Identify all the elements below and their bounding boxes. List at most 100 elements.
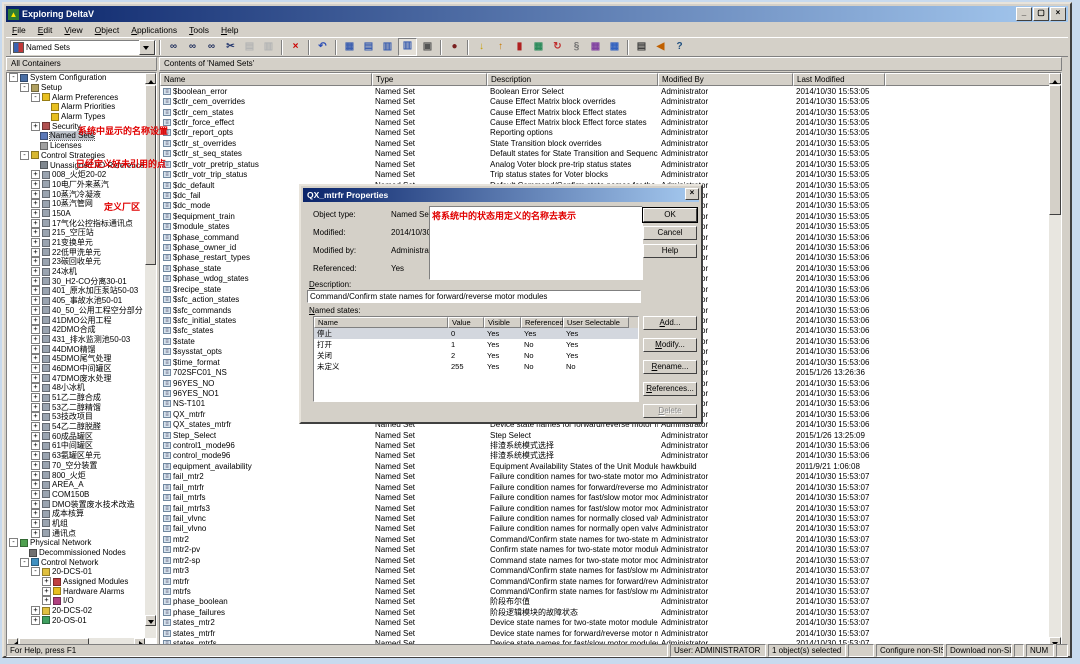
- table-row[interactable]: ≡$ctlr_st_seq_statesNamed SetDefault sta…: [160, 149, 1051, 159]
- tree-item[interactable]: +24冰机: [7, 267, 145, 277]
- grid-icon[interactable]: ▦: [606, 39, 623, 55]
- tree-expander-expand-icon[interactable]: +: [42, 596, 51, 605]
- named-state-row[interactable]: 停止0YesYesYes: [314, 328, 638, 339]
- tree-item[interactable]: +成本核算: [7, 509, 145, 519]
- tree-item[interactable]: Decommissioned Nodes: [7, 548, 145, 558]
- undo-icon[interactable]: ↶: [314, 39, 331, 55]
- table-row[interactable]: ≡$ctlr_force_effectNamed SetCause Effect…: [160, 117, 1051, 127]
- menu-item-view[interactable]: View: [58, 24, 88, 36]
- states-column-header-visible[interactable]: Visible: [484, 317, 521, 328]
- tree-item[interactable]: +10蒸汽冷凝液: [7, 189, 145, 199]
- tree-item[interactable]: +42DMO合成: [7, 325, 145, 335]
- tree-item[interactable]: +61中间罐区: [7, 441, 145, 451]
- tree-expander-expand-icon[interactable]: +: [31, 122, 40, 131]
- column-header-last-modified[interactable]: Last Modified: [793, 73, 885, 86]
- combobox-dropdown-button[interactable]: [139, 40, 155, 55]
- column-header-name[interactable]: Name: [160, 73, 372, 86]
- tree-item[interactable]: +41DMO公用工程: [7, 315, 145, 325]
- tree-expander-collapse-icon[interactable]: -: [20, 558, 29, 567]
- tree-expander-collapse-icon[interactable]: -: [9, 538, 18, 547]
- description-input[interactable]: Command/Confirm state names for forward/…: [307, 290, 641, 303]
- notebook-icon[interactable]: ▤: [633, 39, 650, 55]
- list-vscroll-thumb[interactable]: [1049, 85, 1061, 215]
- tree-expander-collapse-icon[interactable]: -: [20, 151, 29, 160]
- rename-button[interactable]: Rename...: [643, 360, 697, 374]
- tree-expander-expand-icon[interactable]: +: [31, 490, 40, 499]
- named-state-row[interactable]: 关闭2YesNoYes: [314, 350, 638, 361]
- close-button[interactable]: ×: [1050, 7, 1066, 21]
- table-row[interactable]: ≡fail_mtrfsNamed SetFailure condition na…: [160, 492, 1051, 502]
- tree-item[interactable]: +Hardware Alarms: [7, 586, 145, 596]
- menu-item-object[interactable]: Object: [89, 24, 126, 36]
- menu-item-help[interactable]: Help: [215, 24, 244, 36]
- tree-scroll-down-icon[interactable]: [145, 615, 156, 626]
- ok-button[interactable]: OK: [643, 208, 697, 222]
- table-row[interactable]: ≡mtr2Named SetCommand/Confirm state name…: [160, 534, 1051, 544]
- tree-item[interactable]: +10电厂外来蒸汽: [7, 180, 145, 190]
- tree-scroll-up-icon[interactable]: [145, 73, 156, 84]
- tree-item[interactable]: +I/O: [7, 596, 145, 606]
- tree-item[interactable]: -Control Network: [7, 557, 145, 567]
- tree-expander-expand-icon[interactable]: +: [31, 393, 40, 402]
- tree-expander-expand-icon[interactable]: +: [31, 180, 40, 189]
- tree-item[interactable]: +17气化公控指标通讯点: [7, 218, 145, 228]
- tree-expander-expand-icon[interactable]: +: [31, 509, 40, 518]
- table-row[interactable]: ≡$boolean_errorNamed SetBoolean Error Se…: [160, 86, 1051, 96]
- tree-expander-expand-icon[interactable]: +: [31, 335, 40, 344]
- tree-item[interactable]: +215_空压站: [7, 228, 145, 238]
- book-icon[interactable]: ▮: [511, 39, 528, 55]
- states-column-header-value[interactable]: Value: [448, 317, 484, 328]
- tree-item[interactable]: -Alarm Preferences: [7, 92, 145, 102]
- tree-expander-expand-icon[interactable]: +: [31, 248, 40, 257]
- tree-expander-expand-icon[interactable]: +: [31, 170, 40, 179]
- column-header-modified-by[interactable]: Modified By: [658, 73, 793, 86]
- tree-item[interactable]: +通讯点: [7, 528, 145, 538]
- table-row[interactable]: ≡mtr2-spNamed SetCommand state names for…: [160, 555, 1051, 565]
- tree-expander-expand-icon[interactable]: +: [31, 383, 40, 392]
- tree-item[interactable]: +60成品罐区: [7, 431, 145, 441]
- tree-item[interactable]: +53技改项目: [7, 412, 145, 422]
- download-icon[interactable]: ↓: [473, 39, 490, 55]
- table-row[interactable]: ≡mtrfrNamed SetCommand/Confirm state nam…: [160, 576, 1051, 586]
- add-button[interactable]: Add...: [643, 316, 697, 330]
- tree-item[interactable]: +30_H2-CO分离30-01: [7, 276, 145, 286]
- table-row[interactable]: ≡control_mode96Named Set排渣系统模式选择Administ…: [160, 451, 1051, 461]
- object-type-combobox[interactable]: Named Sets: [10, 40, 156, 55]
- tree-item[interactable]: -System Configuration: [7, 73, 145, 83]
- picture-icon[interactable]: ▦: [530, 39, 547, 55]
- tree-item[interactable]: +45DMO尾气处理: [7, 354, 145, 364]
- tree-expander-collapse-icon[interactable]: -: [9, 73, 18, 82]
- table-row[interactable]: ≡$ctlr_cem_statesNamed SetCause Effect M…: [160, 107, 1051, 117]
- table-row[interactable]: ≡mtrfsNamed SetCommand/Confirm state nam…: [160, 586, 1051, 596]
- small-icons-icon[interactable]: ▤: [360, 39, 377, 55]
- tree-item[interactable]: +DMO装置废水技术改造: [7, 499, 145, 509]
- states-column-header-user-selectable[interactable]: User Selectable: [563, 317, 629, 328]
- list-scroll-up-icon[interactable]: [1049, 73, 1061, 84]
- tree-expander-expand-icon[interactable]: +: [42, 587, 51, 596]
- maximize-button[interactable]: ▢: [1033, 7, 1049, 21]
- refresh-icon[interactable]: ↻: [549, 39, 566, 55]
- table-row[interactable]: ≡$ctlr_votr_pretrip_statusNamed SetAnalo…: [160, 159, 1051, 169]
- tree-item[interactable]: +46DMO中间罐区: [7, 364, 145, 374]
- tree-expander-expand-icon[interactable]: +: [31, 364, 40, 373]
- tree-expander-expand-icon[interactable]: +: [31, 267, 40, 276]
- upload-icon[interactable]: ↑: [492, 39, 509, 55]
- tree-item[interactable]: +405_事故水池50-01: [7, 296, 145, 306]
- table-row[interactable]: ≡fail_mtrfrNamed SetFailure condition na…: [160, 482, 1051, 492]
- column-header-type[interactable]: Type: [372, 73, 487, 86]
- cancel-button[interactable]: Cancel: [643, 226, 697, 240]
- tree-expander-expand-icon[interactable]: +: [31, 616, 40, 625]
- tree-item[interactable]: +40_50_公用工程空分部分: [7, 306, 145, 316]
- list-view-icon[interactable]: ▥: [379, 39, 396, 55]
- column-header-description[interactable]: Description: [487, 73, 658, 86]
- tree-expander-expand-icon[interactable]: +: [31, 345, 40, 354]
- tree-item[interactable]: -20-DCS-01: [7, 567, 145, 577]
- find-small-icon[interactable]: ∞: [203, 39, 220, 55]
- tree-expander-expand-icon[interactable]: +: [31, 529, 40, 538]
- print-icon[interactable]: ▣: [419, 39, 436, 55]
- tree-item[interactable]: +机组: [7, 519, 145, 529]
- table-row[interactable]: ≡mtr2-pvNamed SetConfirm state names for…: [160, 545, 1051, 555]
- matrix-icon[interactable]: ▦: [587, 39, 604, 55]
- tree-item[interactable]: +COM150B: [7, 490, 145, 500]
- table-row[interactable]: ≡fail_vlvnoNamed SetFailure condition na…: [160, 524, 1051, 534]
